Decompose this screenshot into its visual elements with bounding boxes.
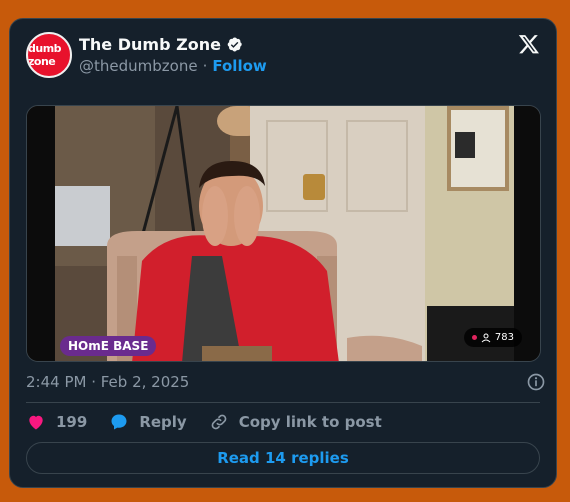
verified-icon bbox=[227, 37, 242, 52]
separator-dot: · bbox=[202, 57, 208, 75]
author-name[interactable]: The Dumb Zone bbox=[79, 35, 221, 54]
like-count: 199 bbox=[56, 413, 88, 431]
video-media[interactable]: HOmE BASE 783 bbox=[26, 105, 541, 362]
reply-button[interactable]: Reply bbox=[109, 412, 187, 432]
read-replies-button[interactable]: Read 14 replies bbox=[26, 442, 540, 474]
post-timestamp[interactable]: 2:44 PM · Feb 2, 2025 bbox=[26, 373, 189, 391]
live-dot bbox=[471, 335, 477, 340]
viewer-count: 783 bbox=[494, 332, 514, 343]
author-name-row: The Dumb Zone bbox=[79, 35, 243, 54]
post-actions: 199 Reply Copy link to post bbox=[26, 412, 404, 432]
reply-label: Reply bbox=[139, 413, 187, 431]
viewer-count-badge: 783 bbox=[463, 328, 522, 347]
embedded-post-card: dumb zone The Dumb Zone @thedumbzone · F… bbox=[9, 18, 557, 488]
follow-button[interactable]: Follow bbox=[212, 57, 266, 75]
copy-link-label: Copy link to post bbox=[238, 413, 382, 431]
video-frame bbox=[27, 106, 540, 361]
handle-row: @thedumbzone · Follow bbox=[79, 57, 267, 75]
home-base-label: HOmE BASE bbox=[60, 336, 157, 356]
author-handle[interactable]: @thedumbzone bbox=[79, 57, 198, 75]
link-icon bbox=[211, 414, 227, 430]
info-icon[interactable] bbox=[526, 372, 546, 392]
reply-icon bbox=[111, 414, 127, 430]
divider bbox=[26, 402, 540, 403]
x-logo-icon[interactable] bbox=[518, 33, 540, 55]
avatar-logo: dumb zone bbox=[28, 42, 62, 68]
copy-link-button[interactable]: Copy link to post bbox=[209, 412, 382, 432]
viewer-icon bbox=[481, 333, 491, 342]
avatar[interactable]: dumb zone bbox=[26, 32, 72, 78]
like-button[interactable]: 199 bbox=[26, 412, 87, 432]
heart-icon bbox=[29, 415, 43, 430]
